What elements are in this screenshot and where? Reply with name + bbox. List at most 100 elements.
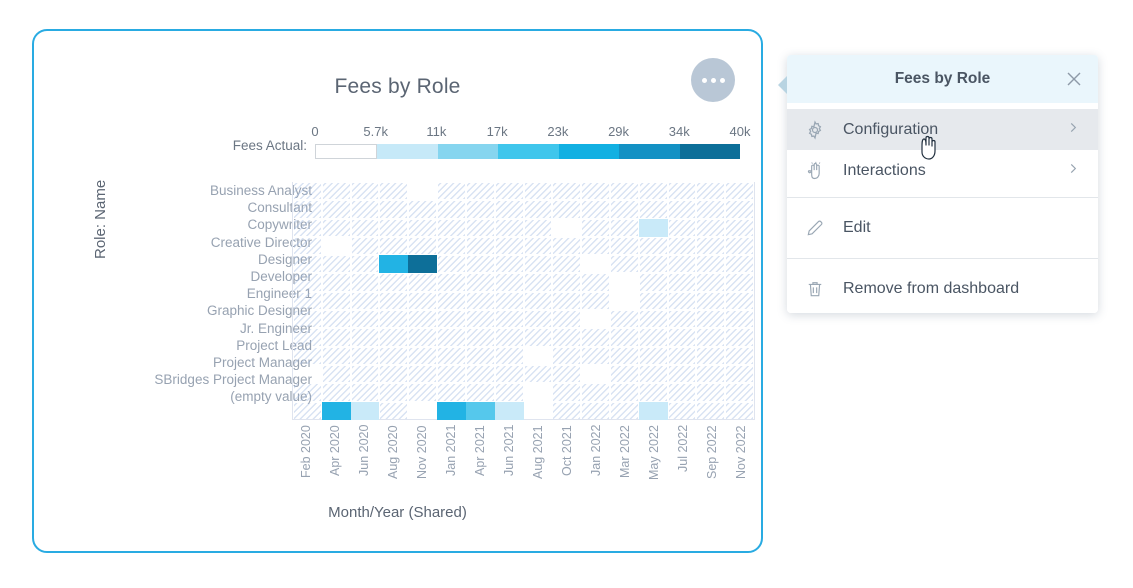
heatmap-cell[interactable] bbox=[495, 182, 524, 200]
heatmap-cell[interactable] bbox=[322, 365, 351, 383]
heatmap-cell[interactable] bbox=[379, 310, 408, 328]
heatmap-cell[interactable] bbox=[379, 237, 408, 255]
heatmap-cell[interactable] bbox=[379, 200, 408, 218]
menu-item-remove-from-dashboard[interactable]: Remove from dashboard bbox=[787, 265, 1098, 313]
heatmap-cell[interactable] bbox=[696, 292, 725, 310]
heatmap-cell[interactable] bbox=[495, 273, 524, 291]
heatmap-cell[interactable] bbox=[466, 310, 495, 328]
heatmap-cell[interactable] bbox=[696, 237, 725, 255]
heatmap-cell[interactable] bbox=[466, 237, 495, 255]
heatmap-cell[interactable] bbox=[408, 402, 437, 420]
heatmap-cell[interactable] bbox=[552, 402, 581, 420]
heatmap-cell[interactable] bbox=[495, 237, 524, 255]
heatmap-cell[interactable] bbox=[725, 237, 754, 255]
heatmap-cell[interactable] bbox=[581, 328, 610, 346]
heatmap-cell[interactable] bbox=[696, 219, 725, 237]
heatmap-cell[interactable] bbox=[696, 200, 725, 218]
heatmap-cell[interactable] bbox=[437, 401, 466, 420]
heatmap-cell[interactable] bbox=[524, 383, 553, 401]
heatmap-cell[interactable] bbox=[610, 328, 639, 346]
heatmap-cell[interactable] bbox=[610, 292, 639, 310]
heatmap-cell[interactable] bbox=[639, 255, 668, 273]
heatmap-cell[interactable] bbox=[293, 200, 322, 218]
heatmap-cell[interactable] bbox=[408, 347, 437, 365]
heatmap-cell[interactable] bbox=[610, 310, 639, 328]
heatmap-cell[interactable] bbox=[725, 182, 754, 200]
heatmap-cell[interactable] bbox=[552, 292, 581, 310]
heatmap-cell[interactable] bbox=[322, 182, 351, 200]
heatmap-cell[interactable] bbox=[351, 200, 380, 218]
heatmap-cell[interactable] bbox=[696, 402, 725, 420]
heatmap-cell[interactable] bbox=[495, 328, 524, 346]
heatmap-cell[interactable] bbox=[408, 365, 437, 383]
heatmap-cell[interactable] bbox=[437, 328, 466, 346]
heatmap-cell[interactable] bbox=[379, 347, 408, 365]
heatmap-cell[interactable] bbox=[466, 292, 495, 310]
menu-item-interactions[interactable]: Interactions bbox=[787, 150, 1098, 191]
heatmap-cell[interactable] bbox=[466, 200, 495, 218]
heatmap-cell[interactable] bbox=[610, 255, 639, 273]
heatmap-cell[interactable] bbox=[552, 365, 581, 383]
heatmap-cell[interactable] bbox=[581, 182, 610, 200]
heatmap-cell[interactable] bbox=[408, 182, 437, 200]
heatmap-cell[interactable] bbox=[581, 200, 610, 218]
heatmap-cell[interactable] bbox=[351, 383, 380, 401]
heatmap-cell[interactable] bbox=[524, 328, 553, 346]
heatmap-cell[interactable] bbox=[408, 200, 437, 218]
heatmap-cell[interactable] bbox=[581, 219, 610, 237]
heatmap-cell[interactable] bbox=[322, 310, 351, 328]
heatmap-cell[interactable] bbox=[293, 347, 322, 365]
heatmap-cell[interactable] bbox=[495, 255, 524, 273]
heatmap-cell[interactable] bbox=[610, 273, 639, 291]
heatmap-cell[interactable] bbox=[552, 182, 581, 200]
heatmap-cell[interactable] bbox=[638, 218, 668, 237]
heatmap-cell[interactable] bbox=[552, 310, 581, 328]
heatmap-cell[interactable] bbox=[696, 383, 725, 401]
heatmap-cell[interactable] bbox=[639, 347, 668, 365]
heatmap-cell[interactable] bbox=[408, 219, 437, 237]
heatmap-cell[interactable] bbox=[725, 402, 754, 420]
heatmap-cell[interactable] bbox=[696, 365, 725, 383]
heatmap-cell[interactable] bbox=[293, 219, 322, 237]
heatmap-cell[interactable] bbox=[351, 182, 380, 200]
heatmap-cell[interactable] bbox=[379, 402, 408, 420]
heatmap-cell[interactable] bbox=[581, 383, 610, 401]
heatmap-cell[interactable] bbox=[408, 328, 437, 346]
menu-item-configuration[interactable]: Configuration bbox=[787, 109, 1098, 150]
heatmap-cell[interactable] bbox=[638, 401, 668, 420]
heatmap-cell[interactable] bbox=[379, 255, 409, 274]
heatmap-cell[interactable] bbox=[725, 292, 754, 310]
heatmap-cell[interactable] bbox=[322, 273, 351, 291]
heatmap-cell[interactable] bbox=[581, 237, 610, 255]
heatmap-cell[interactable] bbox=[437, 365, 466, 383]
heatmap-cell[interactable] bbox=[524, 273, 553, 291]
heatmap-cell[interactable] bbox=[494, 401, 524, 420]
heatmap-cell[interactable] bbox=[466, 255, 495, 273]
heatmap-cell[interactable] bbox=[437, 347, 466, 365]
heatmap-cell[interactable] bbox=[351, 219, 380, 237]
heatmap-cell[interactable] bbox=[322, 237, 351, 255]
heatmap-cell[interactable] bbox=[495, 310, 524, 328]
heatmap-cell[interactable] bbox=[610, 219, 639, 237]
heatmap-cell[interactable] bbox=[466, 219, 495, 237]
heatmap-cell[interactable] bbox=[293, 273, 322, 291]
heatmap-cell[interactable] bbox=[437, 237, 466, 255]
heatmap-cell[interactable] bbox=[293, 292, 322, 310]
heatmap-cell[interactable] bbox=[466, 347, 495, 365]
heatmap-cell[interactable] bbox=[351, 255, 380, 273]
heatmap-cell[interactable] bbox=[379, 182, 408, 200]
heatmap-cell[interactable] bbox=[524, 402, 553, 420]
heatmap-cell[interactable] bbox=[293, 310, 322, 328]
heatmap-cell[interactable] bbox=[350, 401, 380, 420]
heatmap-cell[interactable] bbox=[437, 182, 466, 200]
heatmap-cell[interactable] bbox=[437, 200, 466, 218]
heatmap-cell[interactable] bbox=[293, 255, 322, 273]
heatmap-cell[interactable] bbox=[524, 255, 553, 273]
heatmap-cell[interactable] bbox=[668, 237, 697, 255]
heatmap-cell[interactable] bbox=[351, 347, 380, 365]
heatmap-cell[interactable] bbox=[379, 365, 408, 383]
heatmap-cell[interactable] bbox=[552, 200, 581, 218]
heatmap-cell[interactable] bbox=[379, 328, 408, 346]
heatmap-cell[interactable] bbox=[437, 219, 466, 237]
heatmap-cell[interactable] bbox=[408, 255, 438, 274]
